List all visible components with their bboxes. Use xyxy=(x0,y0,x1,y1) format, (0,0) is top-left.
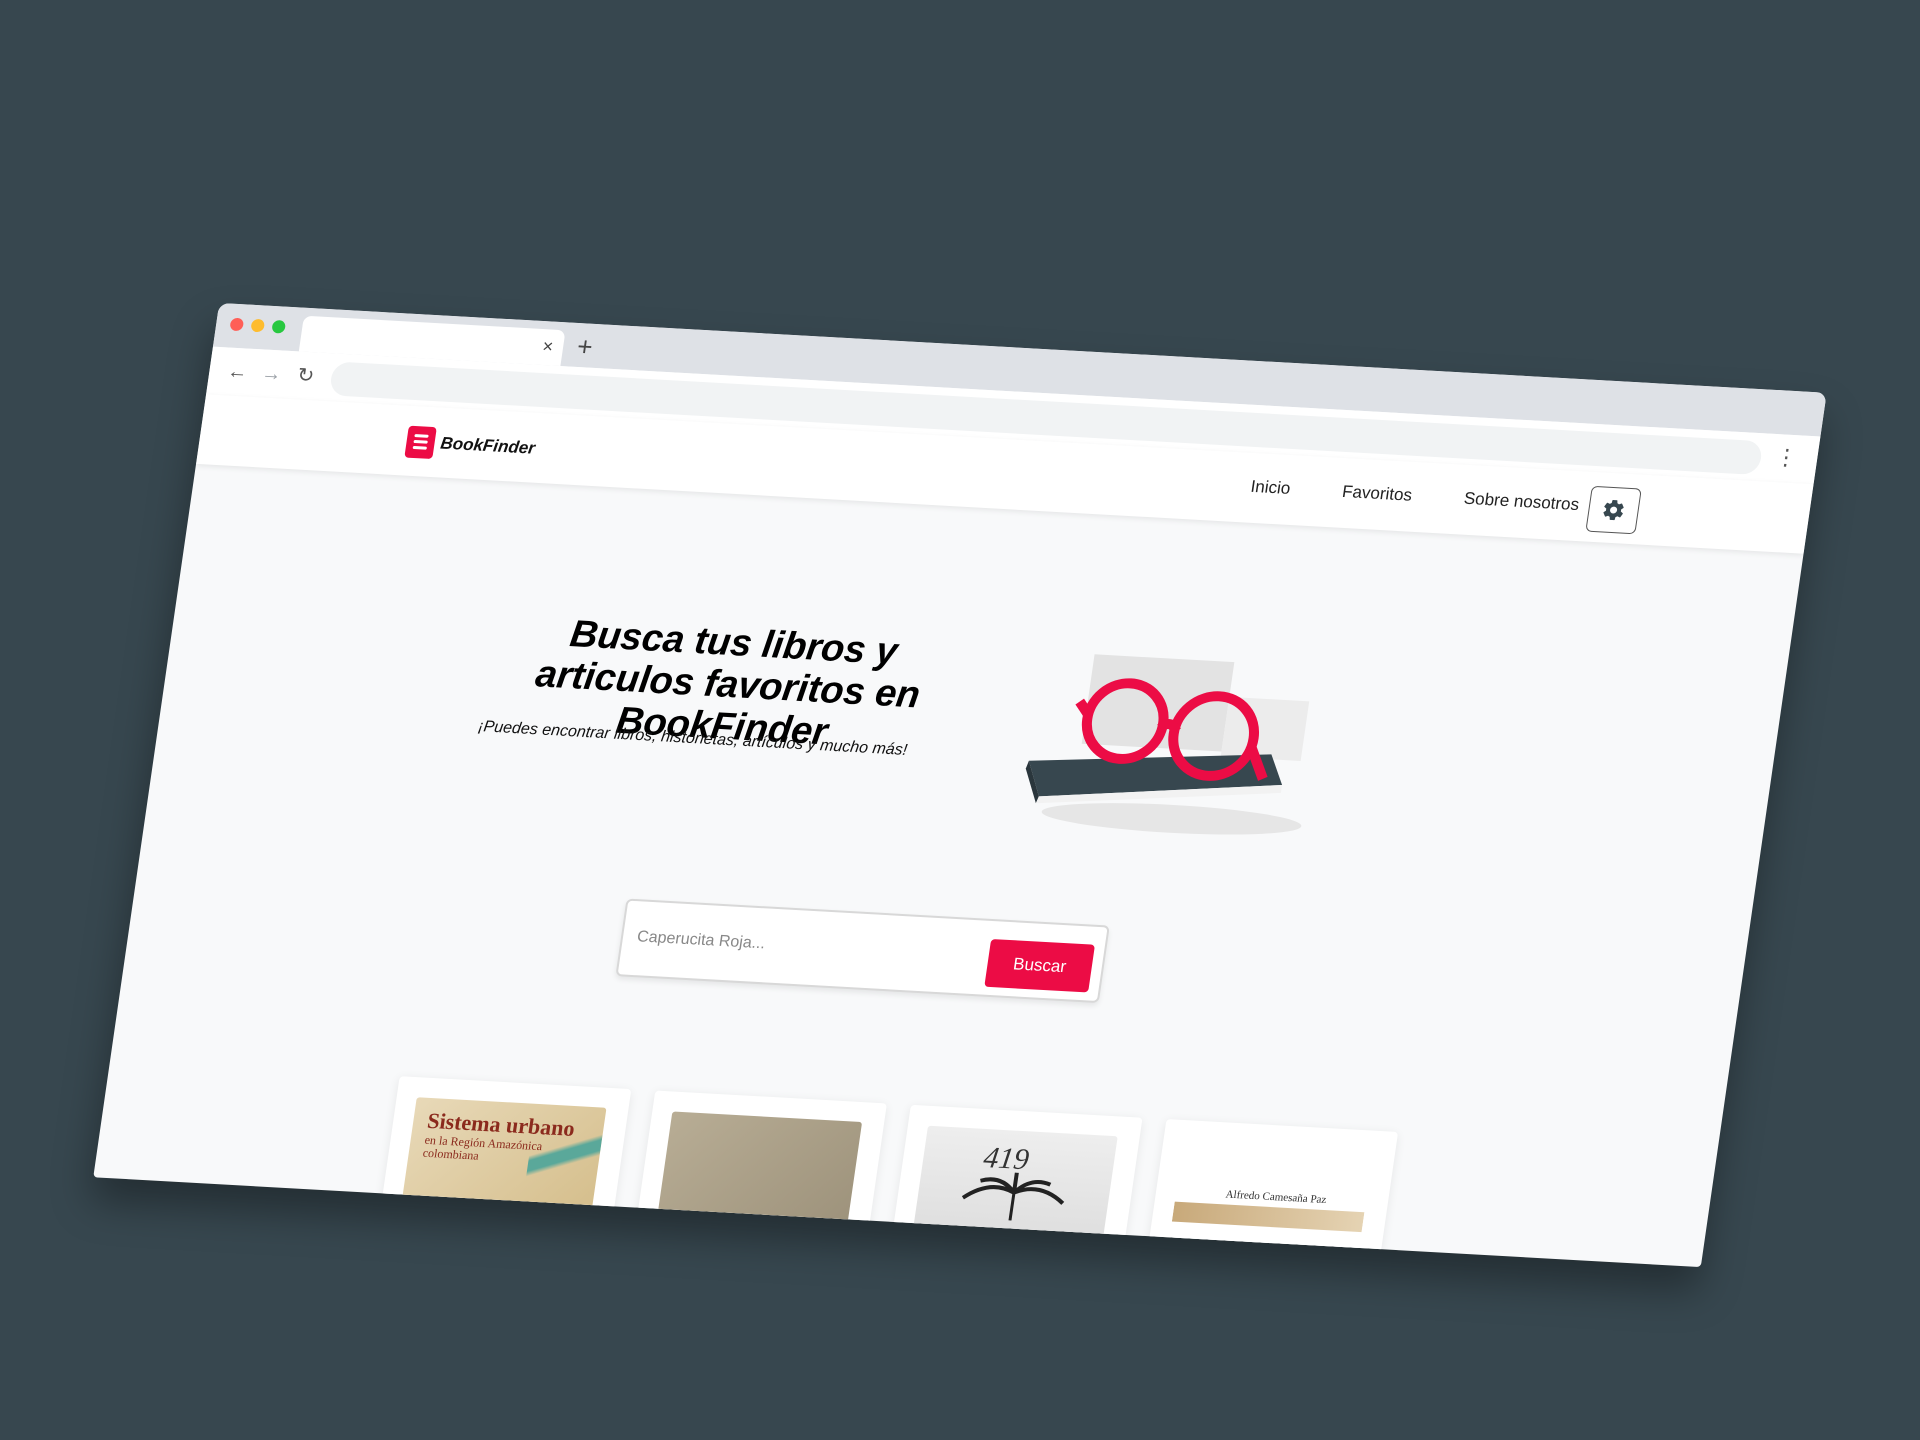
stage: × + ← → ↻ ⋮ BookFinder Inicio Favoritos … xyxy=(0,0,1920,1440)
book-cover: 419 xyxy=(910,1125,1118,1256)
books-and-glasses-illustration xyxy=(1025,654,1310,835)
browser-menu-icon[interactable]: ⋮ xyxy=(1773,444,1799,471)
book-card[interactable]: 419 xyxy=(886,1104,1143,1268)
main-nav: Inicio Favoritos Sobre nosotros xyxy=(1249,477,1580,515)
book-cover-image xyxy=(1171,1201,1365,1233)
nav-inicio[interactable]: Inicio xyxy=(1249,477,1291,499)
reload-icon[interactable]: ↻ xyxy=(296,363,316,388)
book-logo-icon xyxy=(404,425,437,460)
palm-tree-icon xyxy=(961,1172,1065,1221)
gear-icon xyxy=(1603,500,1624,521)
book-card[interactable]: Sistema urbano en la Región Amazónica co… xyxy=(375,1076,632,1259)
nav-favoritos[interactable]: Favoritos xyxy=(1341,482,1414,506)
search-input[interactable] xyxy=(633,915,970,978)
forward-arrow-icon[interactable]: → xyxy=(260,361,283,386)
book-cards: Sistema urbano en la Región Amazónica co… xyxy=(375,1076,1399,1268)
book-cover: Sistema urbano en la Región Amazónica co… xyxy=(399,1097,607,1227)
maximize-window-button[interactable] xyxy=(271,319,287,334)
search-button[interactable]: Buscar xyxy=(984,938,1095,993)
window-controls xyxy=(229,317,287,334)
logo-text: BookFinder xyxy=(439,433,537,458)
nav-sobre-nosotros[interactable]: Sobre nosotros xyxy=(1463,489,1581,515)
book-cover: Alfredo Camesaña Paz xyxy=(1166,1140,1374,1268)
tab-close-icon[interactable]: × xyxy=(541,336,554,356)
new-tab-button[interactable]: + xyxy=(575,331,594,362)
search-box: Buscar xyxy=(615,898,1110,1004)
book-cover-header xyxy=(1231,1163,1331,1169)
close-window-button[interactable] xyxy=(229,317,245,332)
book-card[interactable] xyxy=(630,1090,887,1268)
hero-section: Busca tus libros y articulos favoritos e… xyxy=(98,464,1804,1268)
map-river-icon xyxy=(523,1113,606,1198)
settings-button[interactable] xyxy=(1585,485,1642,535)
logo[interactable]: BookFinder xyxy=(404,425,537,465)
back-arrow-icon[interactable]: ← xyxy=(226,360,249,385)
browser-window: × + ← → ↻ ⋮ BookFinder Inicio Favoritos … xyxy=(93,302,1827,1268)
book-card[interactable]: Alfredo Camesaña Paz xyxy=(1142,1119,1399,1268)
book-cover-author: Alfredo Camesaña Paz xyxy=(1224,1188,1328,1207)
book-cover xyxy=(655,1111,863,1242)
minimize-window-button[interactable] xyxy=(250,318,266,333)
